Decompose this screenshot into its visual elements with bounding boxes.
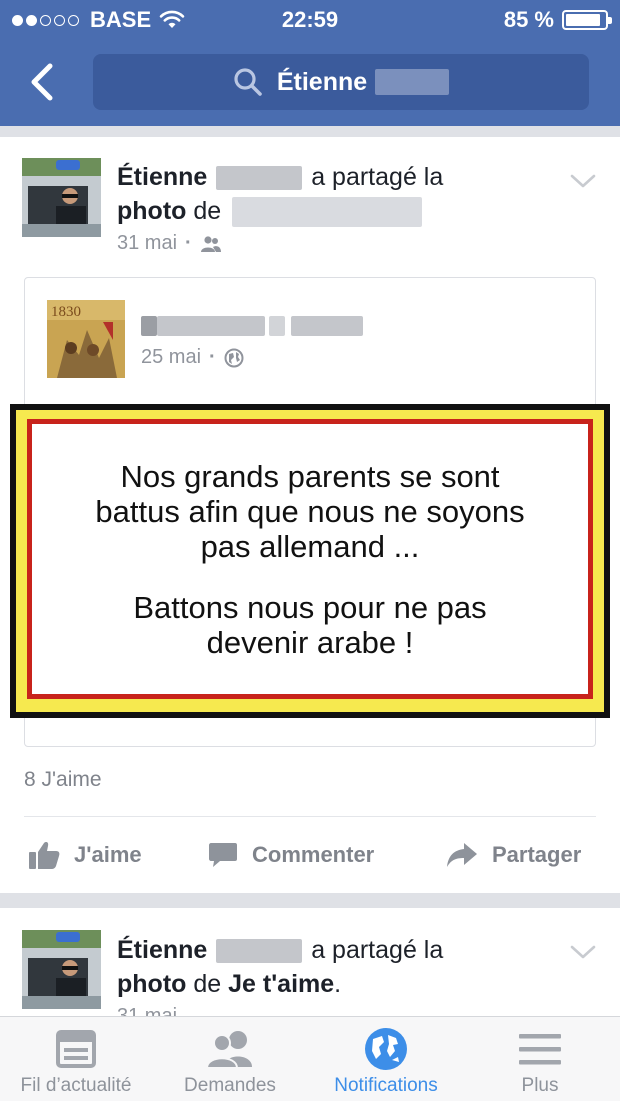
meme-line: pas allemand ... bbox=[200, 528, 420, 564]
chevron-down-icon[interactable] bbox=[568, 942, 598, 962]
page-avatar-text: 1830 bbox=[51, 304, 81, 320]
shared-post-meta: 25 mai · bbox=[141, 346, 244, 369]
menu-icon bbox=[519, 1034, 561, 1065]
meme-line: Battons nous pour ne pas bbox=[133, 589, 487, 625]
status-right: 85 % bbox=[503, 7, 612, 33]
meme-line: battus afin que nous ne soyons bbox=[95, 493, 525, 529]
comment-icon bbox=[209, 843, 237, 867]
redacted-surname bbox=[375, 69, 450, 95]
post-meta: 31 mai · bbox=[117, 232, 222, 255]
tab-label: Demandes bbox=[184, 1075, 276, 1096]
post-header: Étienne a partagé la photo de bbox=[117, 160, 560, 228]
post-card: Étienne a partagé la photo de 31 mai · 1… bbox=[0, 137, 620, 893]
search-query: Étienne bbox=[276, 67, 368, 96]
battery-icon bbox=[562, 10, 612, 30]
tab-label: Plus bbox=[521, 1075, 559, 1096]
share-button[interactable]: Partager bbox=[446, 830, 581, 880]
friend-requests-icon bbox=[205, 1031, 252, 1069]
author-name[interactable]: Étienne bbox=[117, 163, 207, 191]
post-header: Étienne a partagé la photo de Je t'aime. bbox=[117, 933, 560, 1001]
globe-icon bbox=[224, 348, 244, 367]
navigation-header: BASE 22:59 85 % Étienne bbox=[0, 0, 620, 126]
share-label: Partager bbox=[492, 842, 582, 867]
shared-post-date[interactable]: 25 mai bbox=[141, 346, 201, 369]
post-date[interactable]: 31 mai bbox=[117, 232, 177, 255]
divider bbox=[24, 816, 596, 817]
globe-icon bbox=[365, 1028, 407, 1070]
meme-text: Nos grands parents se sont battus afin q… bbox=[27, 419, 593, 699]
share-arrow-icon bbox=[447, 843, 477, 867]
comment-label: Commenter bbox=[252, 842, 375, 867]
battery-percent: 85 % bbox=[503, 7, 554, 32]
app: BASE 22:59 85 % Étienne Étienne a partag… bbox=[0, 0, 620, 1101]
news-feed-icon bbox=[56, 1030, 96, 1068]
author-avatar[interactable] bbox=[22, 930, 101, 1009]
author-name[interactable]: Étienne bbox=[117, 936, 207, 964]
shared-image[interactable]: Nos grands parents se sont battus afin q… bbox=[10, 404, 610, 718]
tab-notifications[interactable]: Notifications bbox=[316, 1017, 456, 1101]
period: . bbox=[334, 970, 342, 998]
de-text: de bbox=[193, 197, 222, 225]
search-icon bbox=[234, 68, 262, 96]
meme-line: Nos grands parents se sont bbox=[120, 458, 500, 494]
thumbs-up-icon bbox=[29, 842, 60, 869]
back-arrow-icon[interactable] bbox=[26, 62, 62, 102]
page-avatar[interactable]: 1830 bbox=[47, 300, 125, 378]
tab-requests[interactable]: Demandes bbox=[160, 1017, 300, 1101]
status-bar: BASE 22:59 85 % bbox=[0, 0, 620, 40]
like-label: J'aime bbox=[74, 842, 142, 867]
author-avatar[interactable] bbox=[22, 158, 101, 237]
redacted-page-name bbox=[232, 197, 423, 228]
meme-line: devenir arabe ! bbox=[206, 624, 414, 660]
like-button[interactable]: J'aime bbox=[28, 830, 142, 880]
tab-more[interactable]: Plus bbox=[480, 1017, 600, 1101]
tab-news-feed[interactable]: Fil d’actualité bbox=[0, 1017, 152, 1101]
redacted-page-name[interactable] bbox=[141, 316, 363, 336]
friends-icon bbox=[200, 235, 221, 252]
redacted-surname bbox=[216, 939, 303, 964]
tab-bar: Fil d’actualité Demandes Notifications P… bbox=[0, 1016, 620, 1101]
de-text: de bbox=[193, 970, 222, 998]
share-action-text: a partagé la bbox=[311, 163, 444, 191]
chevron-down-icon[interactable] bbox=[568, 171, 598, 191]
page-link[interactable]: Je t'aime bbox=[228, 970, 334, 998]
share-action-text: a partagé la bbox=[311, 936, 444, 964]
comment-button[interactable]: Commenter bbox=[208, 830, 374, 880]
tab-label: Fil d’actualité bbox=[20, 1075, 132, 1096]
redacted-surname bbox=[216, 166, 303, 191]
post-actions: J'aime Commenter Partager bbox=[0, 830, 620, 880]
photo-link[interactable]: photo bbox=[117, 197, 186, 225]
photo-link[interactable]: photo bbox=[117, 970, 186, 998]
search-bar[interactable]: Étienne bbox=[93, 54, 589, 110]
like-count[interactable]: 8 J'aime bbox=[24, 768, 102, 792]
tab-label: Notifications bbox=[334, 1075, 438, 1096]
post-card: Étienne a partagé la photo de Je t'aime.… bbox=[0, 908, 620, 1028]
